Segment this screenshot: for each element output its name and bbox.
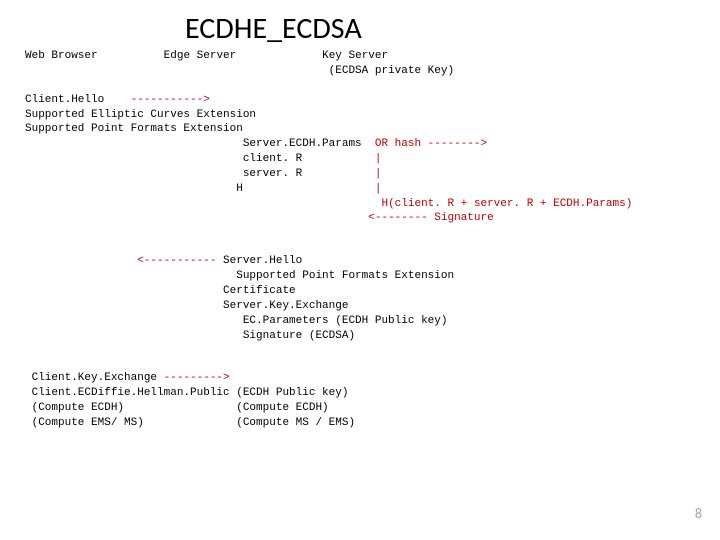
arrow-left-icon: <-----------	[137, 255, 216, 267]
b1-l6: server. R |	[25, 167, 700, 182]
b1-l5: client. R |	[25, 152, 700, 167]
b2-l4: Server.Key.Exchange	[25, 299, 700, 314]
col-edge: Edge Server	[164, 50, 237, 62]
sig-arrow: <-------- Signature	[368, 212, 493, 224]
b2-l3: Certificate	[25, 284, 700, 299]
b1-l8: H(client. R + server. R + ECDH.Params)	[25, 197, 700, 212]
hash-arrow: OR hash -------->	[375, 138, 487, 150]
b3-l4: (Compute EMS/ MS) (Compute MS / EMS)	[25, 416, 700, 431]
b1-l1: Client.Hello ----------->	[25, 93, 700, 108]
header-row-1: Web Browser Edge Server Key Server	[25, 49, 700, 64]
b1-l4: Server.ECDH.Params OR hash -------->	[25, 137, 700, 152]
b2-l1: <----------- Server.Hello	[25, 254, 700, 269]
b2-l5: EC.Parameters (ECDH Public key)	[25, 314, 700, 329]
b3-l3: (Compute ECDH) (Compute ECDH)	[25, 401, 700, 416]
col-key: Key Server	[322, 50, 388, 62]
col-key-sub: (ECDSA private Key)	[329, 65, 454, 77]
hash-expr: H(client. R + server. R + ECDH.Params)	[381, 198, 632, 210]
col-browser: Web Browser	[25, 50, 98, 62]
b2-l2: Supported Point Formats Extension	[25, 269, 700, 284]
header-row-2: (ECDSA private Key)	[25, 64, 700, 79]
b3-l2: Client.ECDiffie.Hellman.Public (ECDH Pub…	[25, 386, 700, 401]
arrow-right-icon: --------->	[164, 372, 230, 384]
b1-l7: H |	[25, 182, 700, 197]
b3-l1: Client.Key.Exchange --------->	[25, 371, 700, 386]
b1-l9: <-------- Signature	[25, 211, 700, 226]
page-title: ECDHE_ECDSA	[185, 10, 700, 47]
page-number: 8	[695, 505, 702, 522]
b2-l6: Signature (ECDSA)	[25, 329, 700, 344]
b1-l3: Supported Point Formats Extension	[25, 122, 700, 137]
arrow-right-icon: ----------->	[131, 94, 210, 106]
b1-l2: Supported Elliptic Curves Extension	[25, 108, 700, 123]
